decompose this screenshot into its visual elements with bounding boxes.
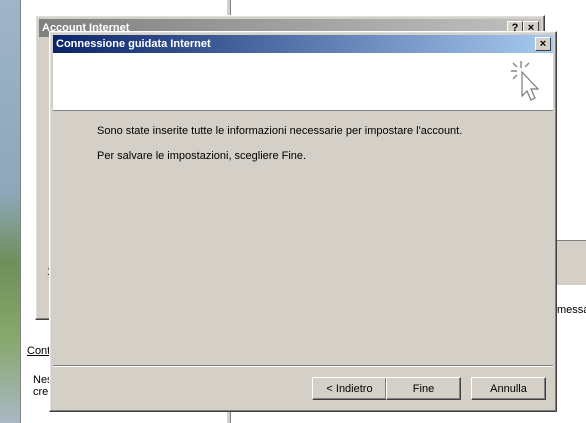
finish-button[interactable]: Fine <box>386 377 461 400</box>
wizard-message-complete: Sono state inserite tutte le informazion… <box>97 125 463 137</box>
desktop-wallpaper <box>0 0 20 423</box>
background-panel-right <box>555 240 586 285</box>
wizard-close-button[interactable]: × <box>535 37 551 51</box>
background-tab-label[interactable]: Cont <box>27 345 50 357</box>
wizard-cursor-click-icon <box>507 58 543 104</box>
back-button[interactable]: < Indietro <box>312 377 387 400</box>
wizard-button-separator <box>53 365 553 367</box>
internet-wizard-dialog: Connessione guidata Internet × Sono stat… <box>49 31 557 412</box>
background-right-partial-text: messa <box>557 304 586 316</box>
wizard-title: Connessione guidata Internet <box>56 38 211 50</box>
background-text-line-2: cre <box>33 386 49 398</box>
wizard-header <box>53 53 553 111</box>
wizard-titlebar[interactable]: Connessione guidata Internet <box>53 35 553 53</box>
cancel-button[interactable]: Annulla <box>471 377 546 400</box>
wizard-message-finish: Per salvare le impostazioni, scegliere F… <box>97 150 307 162</box>
